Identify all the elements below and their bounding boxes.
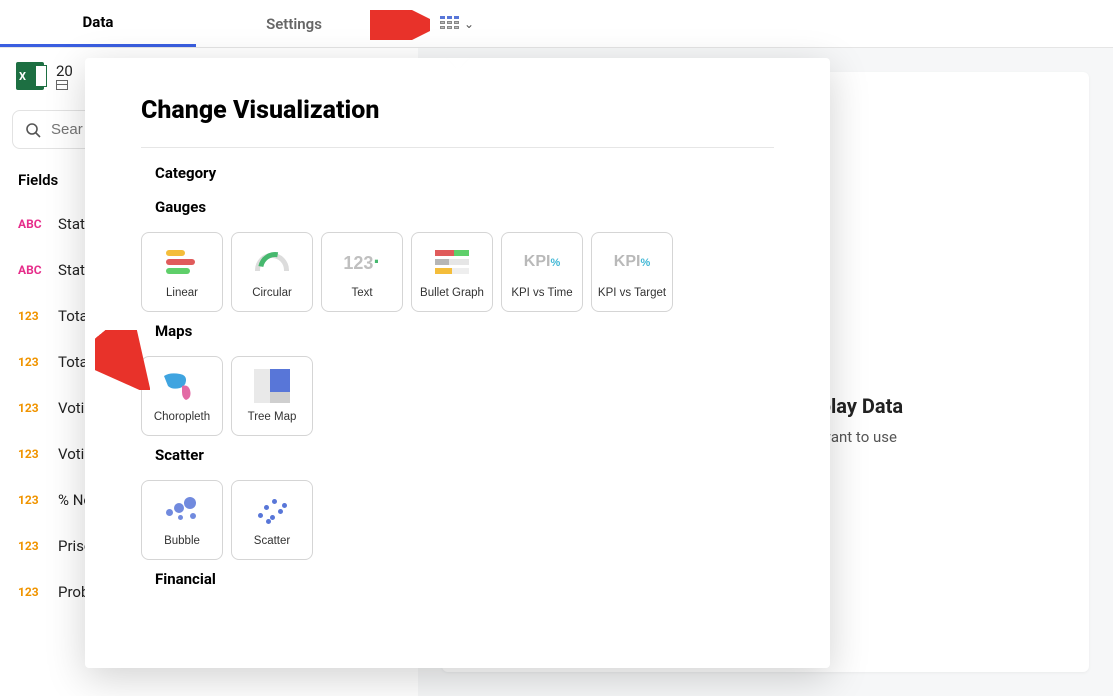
tab-settings[interactable]: Settings — [196, 0, 392, 47]
tab-toolbar: ⌄ — [392, 0, 1113, 47]
viz-label: Choropleth — [154, 411, 210, 423]
linear-gauge-icon — [166, 250, 198, 274]
bullet-graph-icon — [435, 250, 469, 274]
viz-label: Bullet Graph — [420, 287, 484, 299]
viz-label: Linear — [166, 287, 198, 299]
field-type-badge: 123 — [18, 539, 46, 553]
datasource-title: 20 — [56, 62, 73, 80]
viz-kpi-time[interactable]: KPI% KPI vs Time — [501, 232, 583, 312]
popover-title: Change Visualization — [141, 96, 774, 125]
field-type-badge: 123 — [18, 585, 46, 599]
divider — [141, 147, 774, 148]
field-type-badge: 123 — [18, 355, 46, 369]
category-label-financial: Financial — [141, 570, 774, 588]
viz-label: KPI vs Time — [511, 287, 572, 299]
viz-text[interactable]: 123· Text — [321, 232, 403, 312]
datasource-subtitle — [56, 80, 73, 90]
viz-label: Tree Map — [248, 411, 297, 423]
category-label-maps: Maps — [141, 322, 774, 340]
maps-row: Choropleth Tree Map — [141, 356, 774, 436]
gauges-row: Linear Circular 123· Text Bullet Graph K… — [141, 232, 774, 312]
category-label-category: Category — [141, 164, 774, 182]
choropleth-icon — [162, 370, 202, 402]
bubble-chart-icon — [162, 493, 202, 527]
visualization-picker-trigger[interactable]: ⌄ — [440, 16, 474, 32]
category-label-scatter: Scatter — [141, 446, 774, 464]
scatter-row: Bubble Scatter — [141, 480, 774, 560]
grid-icon — [440, 16, 460, 32]
top-tabs: Data Settings ⌄ — [0, 0, 1113, 48]
field-type-badge: ABC — [18, 217, 46, 231]
viz-bullet[interactable]: Bullet Graph — [411, 232, 493, 312]
kpi-time-icon: KPI% — [524, 253, 560, 271]
circular-gauge-icon — [255, 253, 289, 271]
field-type-badge: 123 — [18, 447, 46, 461]
viz-treemap[interactable]: Tree Map — [231, 356, 313, 436]
table-icon — [56, 80, 68, 90]
change-visualization-popover: Change Visualization Category Gauges Lin… — [85, 58, 830, 668]
viz-choropleth[interactable]: Choropleth — [141, 356, 223, 436]
field-type-badge: 123 — [18, 401, 46, 415]
scatter-chart-icon — [252, 493, 292, 527]
kpi-target-icon: KPI% — [614, 253, 650, 271]
tab-data[interactable]: Data — [0, 0, 196, 47]
treemap-icon — [254, 369, 290, 403]
viz-label: Bubble — [164, 535, 200, 547]
viz-label: Text — [351, 287, 372, 299]
field-type-badge: 123 — [18, 309, 46, 323]
text-gauge-icon: 123· — [343, 249, 380, 275]
viz-circular[interactable]: Circular — [231, 232, 313, 312]
viz-label: Circular — [252, 287, 292, 299]
viz-scatter[interactable]: Scatter — [231, 480, 313, 560]
excel-icon: X — [16, 62, 44, 90]
viz-bubble[interactable]: Bubble — [141, 480, 223, 560]
viz-label: KPI vs Target — [598, 287, 666, 299]
viz-linear[interactable]: Linear — [141, 232, 223, 312]
chevron-down-icon: ⌄ — [464, 17, 474, 31]
viz-label: Scatter — [254, 535, 290, 547]
field-type-badge: 123 — [18, 493, 46, 507]
field-type-badge: ABC — [18, 263, 46, 277]
search-icon — [25, 122, 41, 138]
category-label-gauges: Gauges — [141, 198, 774, 216]
viz-kpi-target[interactable]: KPI% KPI vs Target — [591, 232, 673, 312]
